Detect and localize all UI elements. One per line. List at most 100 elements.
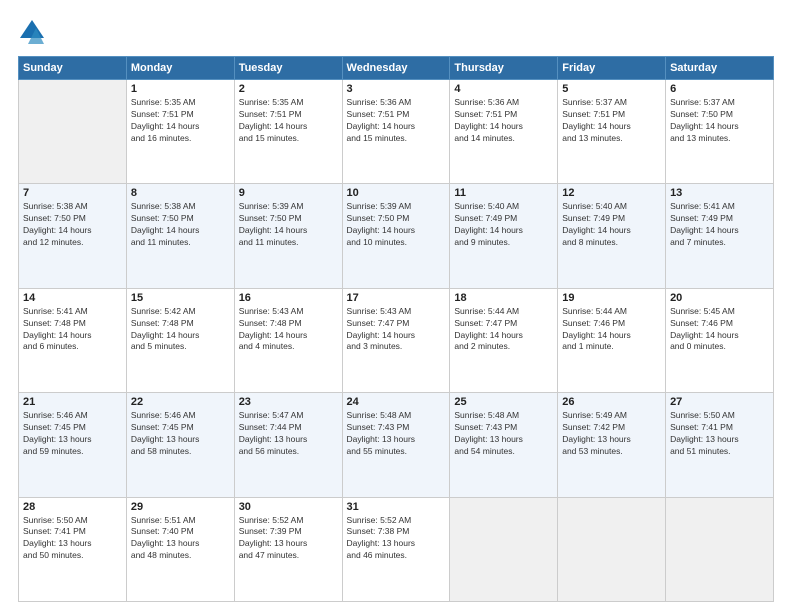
day-number: 19 [562,292,661,304]
calendar-cell [450,497,558,601]
calendar-cell: 6 Sunrise: 5:37 AM Sunset: 7:50 PM Daylig… [666,80,774,184]
day-number: 16 [239,292,338,304]
day-info: Sunrise: 5:35 AM Sunset: 7:51 PM Dayligh… [131,97,230,145]
day-number: 28 [23,501,122,513]
calendar-cell: 27 Sunrise: 5:50 AM Sunset: 7:41 PM Dayli… [666,393,774,497]
day-number: 20 [670,292,769,304]
day-number: 12 [562,187,661,199]
day-number: 22 [131,396,230,408]
calendar-cell: 8 Sunrise: 5:38 AM Sunset: 7:50 PM Daylig… [126,184,234,288]
calendar-cell: 21Sunrise: 5:46 AM Sunset: 7:45 PM Dayli… [19,393,127,497]
weekday-header-saturday: Saturday [666,57,774,80]
day-number: 6 [670,83,769,95]
calendar-cell: 13 Sunrise: 5:41 AM Sunset: 7:49 PM Dayli… [666,184,774,288]
day-number: 8 [131,187,230,199]
calendar-cell: 16 Sunrise: 5:43 AM Sunset: 7:48 PM Dayli… [234,288,342,392]
day-number: 15 [131,292,230,304]
day-number: 30 [239,501,338,513]
week-row-3: 14Sunrise: 5:41 AM Sunset: 7:48 PM Dayli… [19,288,774,392]
day-info: Sunrise: 5:50 AM Sunset: 7:41 PM Dayligh… [670,410,769,458]
week-row-1: 1Sunrise: 5:35 AM Sunset: 7:51 PM Daylig… [19,80,774,184]
calendar-cell: 10 Sunrise: 5:39 AM Sunset: 7:50 PM Dayli… [342,184,450,288]
day-number: 29 [131,501,230,513]
calendar-cell: 18 Sunrise: 5:44 AM Sunset: 7:47 PM Dayli… [450,288,558,392]
day-number: 31 [347,501,446,513]
calendar-cell: 30Sunrise: 5:52 AM Sunset: 7:39 PM Dayli… [234,497,342,601]
week-row-4: 21 Sunrise: 5:46 AM Sunset: 7:45 PM Dayli… [19,393,774,497]
day-info: Sunrise: 5:40 AM Sunset: 7:49 PM Dayligh… [454,201,553,249]
day-info: Sunrise: 5:37 AM Sunset: 7:51 PM Dayligh… [562,97,661,145]
day-number: 27 [670,396,769,408]
day-info: Sunrise: 5:40 AM Sunset: 7:49 PM Dayligh… [562,201,661,249]
calendar-cell: 22 Sunrise: 5:46 AM Sunset: 7:45 PM Dayli… [126,393,234,497]
day-info: Sunrise: 5:37 AM Sunset: 7:50 PM Dayligh… [670,97,769,145]
day-info: Sunrise: 5:52 AM Sunset: 7:38 PM Dayligh… [347,515,446,563]
day-info: Sunrise: 5:49 AM Sunset: 7:42 PM Dayligh… [562,410,661,458]
weekday-header-wednesday: Wednesday [342,57,450,80]
day-info: Sunrise: 5:44 AM Sunset: 7:47 PM Dayligh… [454,306,553,354]
calendar-cell: 17 Sunrise: 5:43 AM Sunset: 7:47 PM Dayli… [342,288,450,392]
week-row-2: 7 Sunrise: 5:38 AM Sunset: 7:50 PM Daylig… [19,184,774,288]
day-info: Sunrise: 5:51 AM Sunset: 7:40 PM Dayligh… [131,515,230,563]
calendar-cell: 5 Sunrise: 5:37 AM Sunset: 7:51 PM Daylig… [558,80,666,184]
day-number: 5 [562,83,661,95]
day-info: Sunrise: 5:50 AM Sunset: 7:41 PM Dayligh… [23,515,122,563]
weekday-header-friday: Friday [558,57,666,80]
weekday-header-monday: Monday [126,57,234,80]
day-number: 17 [347,292,446,304]
day-info: Sunrise: 5:46 AM Sunset: 7:45 PM Dayligh… [131,410,230,458]
weekday-header-sunday: Sunday [19,57,127,80]
day-number: 7 [23,187,122,199]
day-info: Sunrise: 5:36 AM Sunset: 7:51 PM Dayligh… [347,97,446,145]
calendar-cell: 29 Sunrise: 5:51 AM Sunset: 7:40 PM Dayli… [126,497,234,601]
day-info: Sunrise: 5:41 AM Sunset: 7:49 PM Dayligh… [670,201,769,249]
day-number: 13 [670,187,769,199]
calendar-cell: 2 Sunrise: 5:35 AM Sunset: 7:51 PM Daylig… [234,80,342,184]
day-info: Sunrise: 5:43 AM Sunset: 7:48 PM Dayligh… [239,306,338,354]
calendar-cell: 31 Sunrise: 5:52 AM Sunset: 7:38 PM Dayli… [342,497,450,601]
day-info: Sunrise: 5:45 AM Sunset: 7:46 PM Dayligh… [670,306,769,354]
weekday-header-thursday: Thursday [450,57,558,80]
day-number: 3 [347,83,446,95]
day-info: Sunrise: 5:47 AM Sunset: 7:44 PM Dayligh… [239,410,338,458]
calendar-cell: 1Sunrise: 5:35 AM Sunset: 7:51 PM Daylig… [126,80,234,184]
day-number: 2 [239,83,338,95]
day-number: 18 [454,292,553,304]
week-row-5: 28 Sunrise: 5:50 AM Sunset: 7:41 PM Dayli… [19,497,774,601]
day-info: Sunrise: 5:48 AM Sunset: 7:43 PM Dayligh… [454,410,553,458]
day-info: Sunrise: 5:42 AM Sunset: 7:48 PM Dayligh… [131,306,230,354]
day-number: 4 [454,83,553,95]
calendar-table: SundayMondayTuesdayWednesdayThursdayFrid… [18,56,774,602]
day-info: Sunrise: 5:38 AM Sunset: 7:50 PM Dayligh… [131,201,230,249]
day-info: Sunrise: 5:35 AM Sunset: 7:51 PM Dayligh… [239,97,338,145]
day-info: Sunrise: 5:44 AM Sunset: 7:46 PM Dayligh… [562,306,661,354]
calendar-cell: 14Sunrise: 5:41 AM Sunset: 7:48 PM Dayli… [19,288,127,392]
weekday-header-row: SundayMondayTuesdayWednesdayThursdayFrid… [19,57,774,80]
day-info: Sunrise: 5:38 AM Sunset: 7:50 PM Dayligh… [23,201,122,249]
logo-icon [18,18,46,46]
weekday-header-tuesday: Tuesday [234,57,342,80]
calendar-cell: 3 Sunrise: 5:36 AM Sunset: 7:51 PM Daylig… [342,80,450,184]
day-info: Sunrise: 5:39 AM Sunset: 7:50 PM Dayligh… [239,201,338,249]
day-number: 25 [454,396,553,408]
day-number: 24 [347,396,446,408]
day-info: Sunrise: 5:39 AM Sunset: 7:50 PM Dayligh… [347,201,446,249]
calendar-cell [666,497,774,601]
calendar-cell: 15 Sunrise: 5:42 AM Sunset: 7:48 PM Dayli… [126,288,234,392]
calendar-cell: 12 Sunrise: 5:40 AM Sunset: 7:49 PM Dayli… [558,184,666,288]
logo [18,18,50,46]
day-number: 11 [454,187,553,199]
day-info: Sunrise: 5:48 AM Sunset: 7:43 PM Dayligh… [347,410,446,458]
calendar-cell [558,497,666,601]
day-number: 21 [23,396,122,408]
calendar-cell: 19 Sunrise: 5:44 AM Sunset: 7:46 PM Dayli… [558,288,666,392]
day-number: 26 [562,396,661,408]
day-info: Sunrise: 5:41 AM Sunset: 7:48 PM Dayligh… [23,306,122,354]
day-info: Sunrise: 5:36 AM Sunset: 7:51 PM Dayligh… [454,97,553,145]
calendar-cell: 26 Sunrise: 5:49 AM Sunset: 7:42 PM Dayli… [558,393,666,497]
day-number: 10 [347,187,446,199]
calendar-cell: 11 Sunrise: 5:40 AM Sunset: 7:49 PM Dayli… [450,184,558,288]
calendar-cell: 24 Sunrise: 5:48 AM Sunset: 7:43 PM Dayli… [342,393,450,497]
day-info: Sunrise: 5:43 AM Sunset: 7:47 PM Dayligh… [347,306,446,354]
calendar-cell: 9Sunrise: 5:39 AM Sunset: 7:50 PM Daylig… [234,184,342,288]
